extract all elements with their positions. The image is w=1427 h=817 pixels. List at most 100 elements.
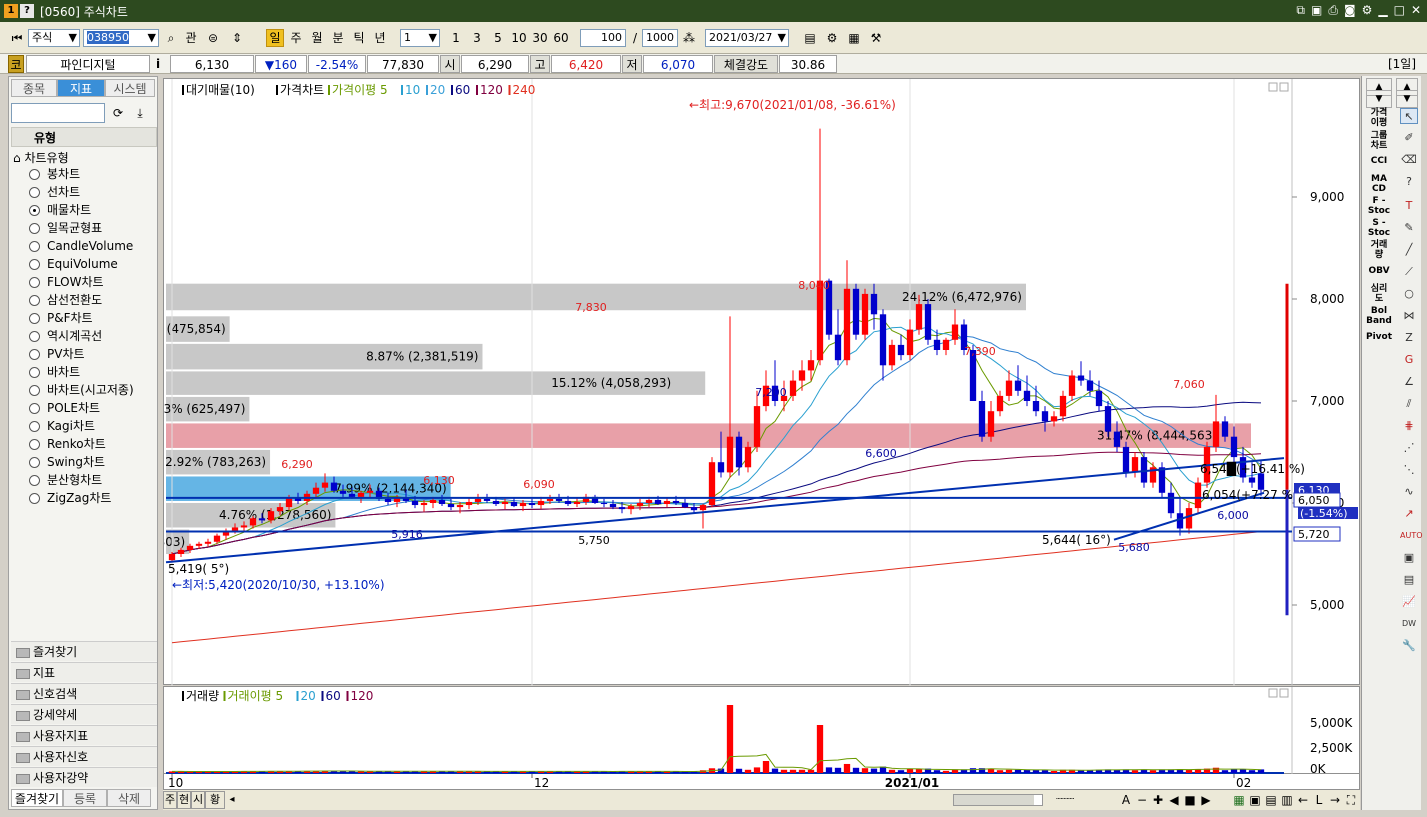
maximize-button[interactable]: □ bbox=[1394, 3, 1405, 18]
doc-tool-icon[interactable]: ▤ bbox=[1400, 572, 1418, 588]
search-icon[interactable]: ⌕ bbox=[162, 29, 180, 47]
tab-hyun[interactable]: 현 bbox=[177, 791, 191, 809]
indicator-obv[interactable]: OBV bbox=[1364, 266, 1394, 276]
radio-icon[interactable] bbox=[29, 348, 40, 360]
chart-type-item[interactable]: 바차트 bbox=[29, 363, 80, 381]
radio-icon[interactable] bbox=[29, 222, 40, 234]
indicator-cci[interactable]: CCI bbox=[1364, 156, 1394, 166]
chart-type-item[interactable]: POLE차트 bbox=[29, 399, 100, 417]
grid-tool-icon[interactable]: ⋕ bbox=[1400, 418, 1418, 434]
radio-icon[interactable] bbox=[29, 204, 40, 216]
chart-type-item[interactable]: 바차트(시고저종) bbox=[29, 381, 134, 399]
chart-type-item[interactable]: P&F차트 bbox=[29, 309, 93, 327]
left-tab-1[interactable]: 지표 bbox=[57, 79, 105, 97]
radio-icon[interactable] bbox=[29, 384, 40, 396]
zoom-out-icon[interactable]: − bbox=[1134, 791, 1150, 809]
pane-close-icon[interactable] bbox=[1279, 82, 1289, 92]
g-tool-icon[interactable]: G bbox=[1400, 352, 1418, 368]
prev-stock-icon[interactable]: ⏮ bbox=[8, 29, 26, 47]
line-l-icon[interactable]: L bbox=[1311, 791, 1327, 809]
market-select[interactable]: 주식 ▼ bbox=[28, 29, 80, 47]
fibo-tool-icon[interactable]: ⋈ bbox=[1400, 308, 1418, 324]
sync-icon[interactable]: ⊜ bbox=[204, 29, 222, 47]
interval-button-5[interactable]: 5 bbox=[488, 29, 508, 47]
period-button-1[interactable]: 주 bbox=[287, 29, 305, 47]
scrollbar[interactable] bbox=[953, 794, 1043, 806]
period-button-0[interactable]: 일 bbox=[266, 29, 284, 47]
left-tab-0[interactable]: 종목 bbox=[11, 79, 57, 97]
pane-close-icon[interactable] bbox=[1279, 688, 1289, 698]
play-icon[interactable]: ▶ bbox=[1198, 791, 1214, 809]
dw-tool-icon[interactable]: DW bbox=[1400, 616, 1418, 632]
stop-icon[interactable]: ■ bbox=[1182, 791, 1198, 809]
circle-tool-icon[interactable]: ○ bbox=[1400, 286, 1418, 302]
indicator-fstoc[interactable]: F - Stoc bbox=[1364, 196, 1394, 216]
left-bottom-tab-2[interactable]: 삭제 bbox=[107, 789, 151, 807]
eraser-tool-icon[interactable]: ✐ bbox=[1400, 130, 1418, 146]
question-tool-icon[interactable]: ? bbox=[1400, 174, 1418, 190]
chart-type-item[interactable]: 선차트 bbox=[29, 183, 80, 201]
fullscreen-icon[interactable]: ⛶ bbox=[1343, 791, 1359, 809]
price-chart-svg[interactable]: 24.12% (6,472,976) 1.77% (475,854) 8.87% (… bbox=[164, 79, 1361, 686]
channel-tool-icon[interactable]: ⫽ bbox=[1400, 396, 1418, 412]
fan-tool-icon[interactable]: ⋰ bbox=[1400, 440, 1418, 456]
radio-icon[interactable] bbox=[29, 492, 40, 504]
left-bottom-tab-1[interactable]: 등록 bbox=[63, 789, 107, 807]
zoom-in-icon[interactable]: ✚ bbox=[1150, 791, 1166, 809]
indicator-psy[interactable]: 심리 도 bbox=[1364, 284, 1394, 304]
cursor-tool-icon[interactable]: ↖ bbox=[1400, 108, 1418, 124]
chart-tool-icon[interactable]: 📈 bbox=[1400, 594, 1418, 610]
pane-max-icon[interactable] bbox=[1268, 82, 1278, 92]
indicator-price-ma[interactable]: 가격 이평 bbox=[1364, 108, 1394, 128]
arrow-right-icon[interactable]: → bbox=[1327, 791, 1343, 809]
folder-item[interactable]: 강세약세 bbox=[11, 704, 157, 724]
grid-icon[interactable]: ⁂ bbox=[680, 29, 698, 47]
ray-tool-icon[interactable]: ⟋ bbox=[1400, 264, 1418, 280]
refresh-icon[interactable]: ⟳ bbox=[109, 104, 127, 122]
stock-code-input[interactable]: 038950 ▼ bbox=[83, 29, 159, 47]
wrench-tool-icon[interactable]: 🔧 bbox=[1400, 638, 1418, 654]
interval-button-10[interactable]: 10 bbox=[509, 29, 529, 47]
radio-icon[interactable] bbox=[29, 402, 40, 414]
indicator-bolband[interactable]: Bol Band bbox=[1364, 306, 1394, 326]
wave-tool-icon[interactable]: ∿ bbox=[1400, 484, 1418, 500]
layout-icon[interactable]: ▤ bbox=[1263, 791, 1279, 809]
arrow-tool-icon[interactable]: ↗ bbox=[1400, 506, 1418, 522]
tools-icon[interactable]: ⚒ bbox=[866, 29, 886, 47]
indicator-sstoc[interactable]: S - Stoc bbox=[1364, 218, 1394, 238]
scroll-down-icon[interactable]: ▼ bbox=[1366, 90, 1392, 108]
pane-max-icon[interactable] bbox=[1268, 688, 1278, 698]
radio-icon[interactable] bbox=[29, 276, 40, 288]
folder-item[interactable]: 사용자강약 bbox=[11, 767, 157, 787]
window-settings-icon[interactable]: ⚙ bbox=[1362, 3, 1373, 18]
panel-down-icon[interactable]: ▼ bbox=[1396, 90, 1418, 108]
arrow-left-icon[interactable]: ← bbox=[1295, 791, 1311, 809]
chart-type-item[interactable]: PV차트 bbox=[29, 345, 85, 363]
chart-type-item[interactable]: 봉차트 bbox=[29, 165, 80, 183]
radio-icon[interactable] bbox=[29, 420, 40, 432]
volume-chart-svg[interactable]: 5,000K2,500K0K거래량 거래이평 5 20 60 120 bbox=[164, 687, 1361, 775]
radio-icon[interactable] bbox=[29, 186, 40, 198]
zoom-ruler[interactable]: ┈┈┈ bbox=[1045, 791, 1085, 809]
excel-icon[interactable]: ▦ bbox=[1231, 791, 1247, 809]
radio-icon[interactable] bbox=[29, 474, 40, 486]
radio-icon[interactable] bbox=[29, 366, 40, 378]
volume-chart-pane[interactable]: 5,000K 2,500K 0K 거래량 거래이평 5 20 60 120 bbox=[163, 686, 1361, 775]
interval-button-1[interactable]: 1 bbox=[446, 29, 466, 47]
window-link-icon[interactable]: ⧉ bbox=[1296, 3, 1305, 18]
font-icon[interactable]: A bbox=[1118, 791, 1134, 809]
disk-icon[interactable]: ▦ bbox=[844, 29, 864, 47]
radio-icon[interactable] bbox=[29, 240, 40, 252]
indicator-pivot[interactable]: Pivot bbox=[1364, 332, 1394, 342]
chart-type-item[interactable]: CandleVolume bbox=[29, 237, 133, 255]
tab-hwang[interactable]: 황 bbox=[205, 791, 225, 809]
chart-type-item[interactable]: 분산형차트 bbox=[29, 471, 102, 489]
prev-icon[interactable]: ◀ bbox=[1166, 791, 1182, 809]
auto-tool-icon[interactable]: AUTO bbox=[1400, 528, 1423, 544]
chart-type-item[interactable]: Renko차트 bbox=[29, 435, 106, 453]
radio-icon[interactable] bbox=[29, 456, 40, 468]
folder-item[interactable]: 사용자신호 bbox=[11, 746, 157, 766]
left-bottom-tab-0[interactable]: 즐겨찾기 bbox=[11, 789, 63, 807]
erase-all-tool-icon[interactable]: ⌫ bbox=[1400, 152, 1418, 168]
chart-type-item[interactable]: ZigZag차트 bbox=[29, 489, 111, 507]
